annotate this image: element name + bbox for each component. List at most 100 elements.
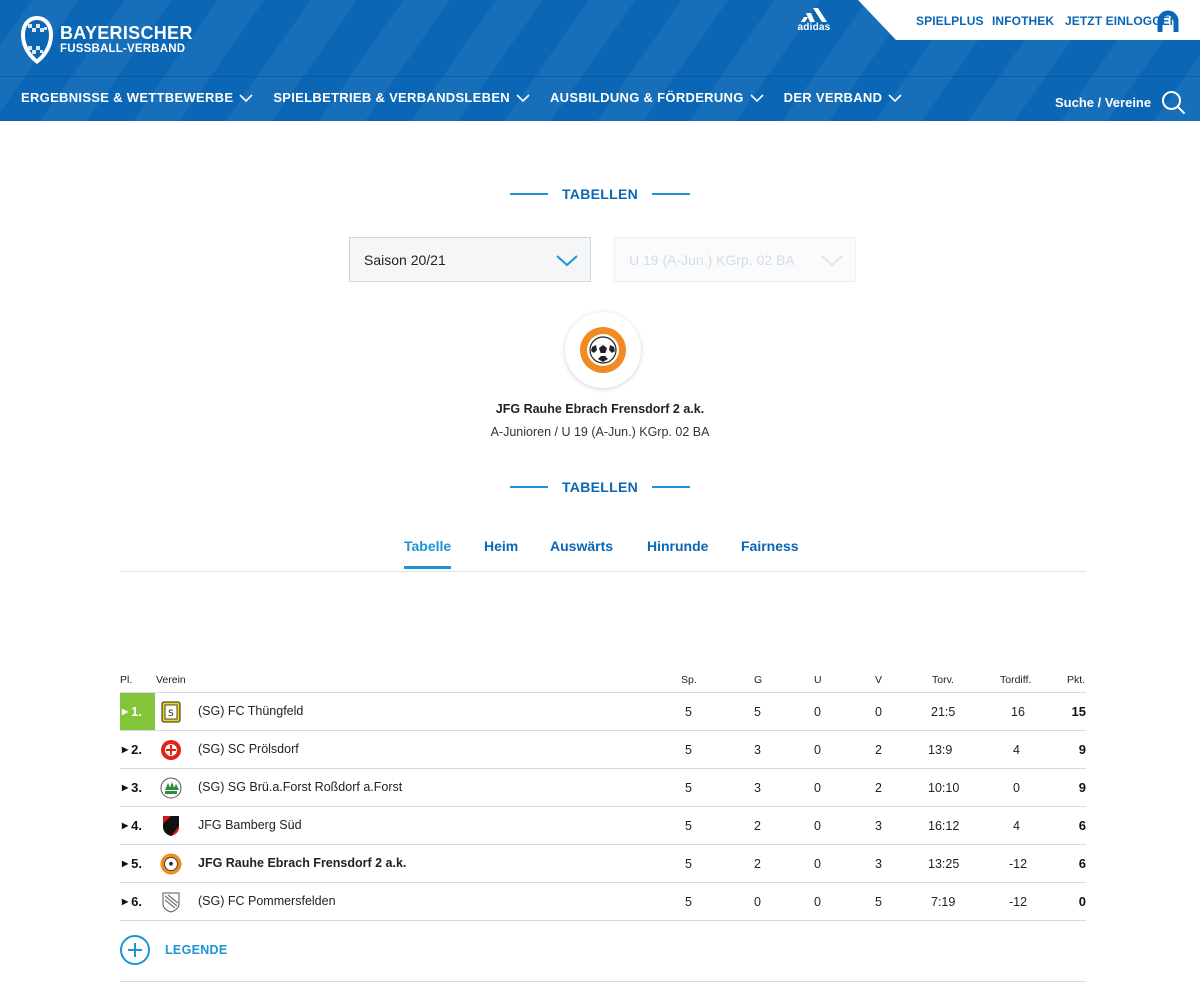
place-value: 1.	[131, 704, 142, 719]
cell-pkt: 15	[1071, 704, 1086, 719]
table-tabs: Tabelle Heim Auswärts Hinrunde Fairness	[120, 535, 1086, 572]
cell-torv: 10:10	[928, 781, 960, 795]
cell-pkt: 9	[1078, 780, 1086, 795]
place-value: 6.	[131, 894, 142, 909]
expand-arrow-icon[interactable]: ▶	[122, 821, 128, 830]
cell-sp: 5	[685, 857, 692, 871]
cell-pkt: 6	[1078, 856, 1086, 871]
legend-label: LEGENDE	[165, 943, 228, 957]
place-value: 2.	[131, 742, 142, 757]
place-value: 4.	[131, 818, 142, 833]
cell-g: 3	[754, 743, 761, 757]
place-cell: ▶ 2.	[120, 731, 155, 768]
league-select[interactable]: U 19 (A-Jun.) KGrp. 02 BA	[614, 237, 856, 282]
season-select[interactable]: Saison 20/21	[349, 237, 591, 282]
user-login-icon[interactable]	[1156, 10, 1180, 34]
cell-tordiff: 4	[1013, 819, 1020, 833]
nav-spielbetrieb[interactable]: SPIELBETRIEB & VERBANDSLEBEN	[273, 90, 530, 105]
logo-line-1: BAYERISCHER	[60, 23, 193, 44]
cell-g: 2	[754, 857, 761, 871]
standings-table: Pl. Verein Sp. G U V Torv. Tordiff. Pkt.…	[120, 670, 1086, 921]
rauhe-ebrach-crest-icon	[160, 853, 182, 875]
nav-verband[interactable]: DER VERBAND	[784, 90, 903, 105]
table-row[interactable]: ▶ 4. JFG Bamberg Süd 5 2 0 3 16:12 4 6	[120, 807, 1086, 845]
nav-spielbetrieb-label: SPIELBETRIEB & VERBANDSLEBEN	[273, 90, 510, 105]
table-row[interactable]: ▶ 5. JFG Rauhe Ebrach Frensdorf 2 a.k. 5 …	[120, 845, 1086, 883]
club-name[interactable]: (SG) FC Pommersfelden	[198, 894, 336, 908]
chevron-down-icon	[239, 90, 253, 105]
cell-pkt: 0	[1078, 894, 1086, 909]
col-torv: Torv.	[932, 674, 954, 686]
col-verein: Verein	[156, 674, 186, 686]
expand-arrow-icon[interactable]: ▶	[122, 783, 128, 792]
cell-sp: 5	[685, 895, 692, 909]
nav-ausbildung[interactable]: AUSBILDUNG & FÖRDERUNG	[550, 90, 764, 105]
legend-toggle[interactable]: LEGENDE	[120, 935, 228, 965]
cell-torv: 21:5	[931, 705, 956, 719]
svg-text:S: S	[168, 709, 174, 719]
table-row[interactable]: ▶ 6. (SG) FC Pommersfelden 5 0 0 5 7:19 -…	[120, 883, 1086, 921]
cell-u: 0	[814, 705, 821, 719]
chevron-down-icon	[516, 90, 530, 105]
cell-g: 3	[754, 781, 761, 795]
spielplus-link[interactable]: SPIELPLUS	[916, 14, 984, 28]
table-row[interactable]: ▶ 2. (SG) SC Prölsdorf 5 3 0 2 13:9 4 9	[120, 731, 1086, 769]
tab-tabelle[interactable]: Tabelle	[404, 538, 452, 569]
col-tordiff: Tordiff.	[1000, 674, 1032, 686]
adidas-logo[interactable]: adidas	[796, 8, 832, 33]
chevron-down-icon	[556, 254, 578, 272]
col-g: G	[754, 674, 763, 686]
adidas-stripes-icon	[801, 8, 827, 22]
place-cell: ▶ 1.	[120, 693, 155, 730]
club-name[interactable]: (SG) FC Thüngfeld	[198, 704, 303, 718]
expand-arrow-icon[interactable]: ▶	[122, 707, 128, 716]
club-name[interactable]: JFG Rauhe Ebrach Frensdorf 2 a.k.	[198, 856, 406, 870]
cell-torv: 7:19	[931, 895, 956, 909]
col-v: V	[875, 674, 883, 686]
cell-g: 0	[754, 895, 761, 909]
season-select-value: Saison 20/21	[364, 252, 446, 268]
heading-line-right	[652, 485, 691, 488]
cell-tordiff: -12	[1009, 857, 1028, 871]
forst-crest-icon	[160, 777, 182, 799]
proelsdorf-crest-icon	[160, 739, 182, 761]
cell-torv: 16:12	[928, 819, 960, 833]
place-value: 5.	[131, 856, 142, 871]
bfv-logo[interactable]: BAYERISCHER FUSSBALL-VERBAND	[20, 15, 193, 65]
place-cell: ▶ 6.	[120, 883, 155, 920]
tab-hinrunde[interactable]: Hinrunde	[647, 538, 708, 566]
cell-tordiff: -12	[1009, 895, 1028, 909]
table-row[interactable]: ▶ 3. (SG) SG Brü.a.Forst Roßdorf a.Forst …	[120, 769, 1086, 807]
expand-arrow-icon[interactable]: ▶	[122, 897, 128, 906]
expand-arrow-icon[interactable]: ▶	[122, 859, 128, 868]
chevron-down-icon	[750, 90, 764, 105]
cell-u: 0	[814, 857, 821, 871]
club-name[interactable]: JFG Bamberg Süd	[198, 818, 302, 832]
cell-v: 3	[875, 819, 882, 833]
team-logo	[565, 312, 641, 388]
chevron-down-icon	[888, 90, 902, 105]
club-name[interactable]: (SG) SG Brü.a.Forst Roßdorf a.Forst	[198, 780, 402, 794]
cell-v: 2	[875, 781, 882, 795]
cell-sp: 5	[685, 705, 692, 719]
cell-v: 0	[875, 705, 882, 719]
table-row[interactable]: ▶ 1. S (SG) FC Thüngfeld 5 5 0 0 21:5 16 …	[120, 693, 1086, 731]
expand-arrow-icon[interactable]: ▶	[122, 745, 128, 754]
cell-u: 0	[814, 895, 821, 909]
search-vereine-link[interactable]: Suche / Vereine	[1055, 90, 1186, 115]
bottom-divider	[120, 981, 1086, 982]
tab-auswaerts[interactable]: Auswärts	[550, 538, 613, 566]
tab-fairness[interactable]: Fairness	[741, 538, 799, 566]
cell-u: 0	[814, 743, 821, 757]
nav-ergebnisse-label: ERGEBNISSE & WETTBEWERBE	[21, 90, 234, 105]
tab-heim[interactable]: Heim	[484, 538, 518, 566]
nav-ergebnisse[interactable]: ERGEBNISSE & WETTBEWERBE	[21, 90, 253, 105]
club-name[interactable]: (SG) SC Prölsdorf	[198, 742, 299, 756]
cell-sp: 5	[685, 819, 692, 833]
search-label: Suche / Vereine	[1055, 95, 1152, 110]
adidas-wordmark: adidas	[797, 22, 831, 33]
header-divider	[0, 76, 1200, 77]
section-title-2: TABELLEN	[561, 478, 639, 495]
table-header: Pl. Verein Sp. G U V Torv. Tordiff. Pkt.	[120, 670, 1086, 693]
infothek-link[interactable]: INFOTHEK	[992, 14, 1054, 28]
